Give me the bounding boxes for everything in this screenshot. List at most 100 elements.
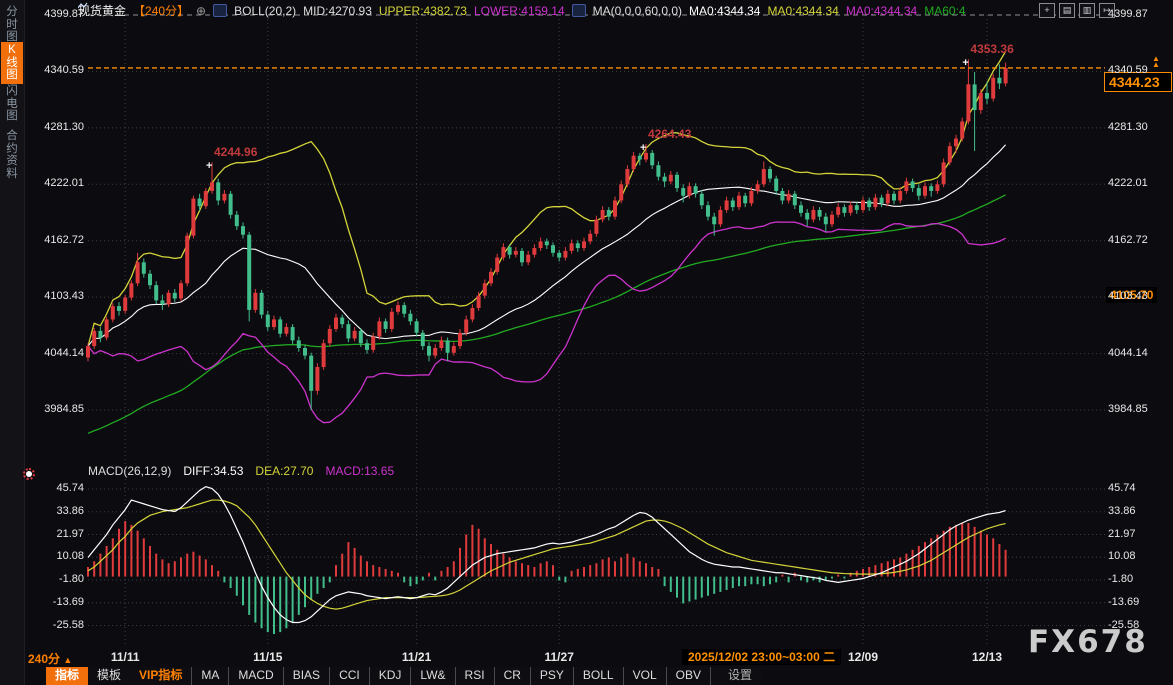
toolbar-item-[interactable]: 设置 [719,667,761,685]
candle-body [508,247,512,255]
candle-body [601,210,605,220]
toolbar-item-ma[interactable]: MA [191,667,228,685]
candle-body [452,346,456,353]
macd-axis-label: -25.58 [1108,619,1166,631]
toolbar-item-[interactable]: 模板 [88,667,130,685]
macd-axis-label: 45.74 [34,482,84,494]
toolbar-item-boll[interactable]: BOLL [573,667,623,685]
candle-body [309,356,313,391]
toolbar-item-vol[interactable]: VOL [623,667,666,685]
price-axis-label: 4399.87 [1108,8,1166,20]
candle-body [836,207,840,215]
candle-body [960,121,964,138]
macd-axis-label: 21.97 [34,528,84,540]
candle-body [625,169,629,184]
period-badge[interactable]: 【240分】 [133,2,189,19]
macd-axis-label: -1.80 [1108,573,1166,585]
price-axis-label: 4281.30 [1108,121,1166,133]
candle-body [898,191,902,201]
macd-name[interactable]: MACD(26,12,9) [88,464,171,478]
price-axis-label: 4399.87 [34,8,84,20]
candle-body [675,175,679,188]
x-axis-date: 12/09 [835,650,891,664]
candle-body [935,184,939,191]
toolbar-item-vip[interactable]: VIP指标 [130,667,191,685]
candle-body [92,331,96,346]
macd-diff: DIFF:34.53 [183,464,243,478]
candle-body [911,181,915,188]
price-axis-label: 4103.43 [1108,290,1166,302]
sidebar-tab-2[interactable]: K线图 [1,42,23,84]
candle-body [780,191,784,201]
candle-body [737,196,741,207]
macd-axis-label: 33.86 [1108,505,1166,517]
candle-body [793,194,797,205]
toolbar-item-bias[interactable]: BIAS [283,667,329,685]
candle-body [154,285,158,300]
candle-body [371,337,375,350]
toolbar-item-kdj[interactable]: KDJ [369,667,411,685]
sidebar-tab-1[interactable]: 分时图 [1,4,23,46]
candle-body [160,300,164,304]
sidebar-tab-4[interactable]: 合约资料 [1,128,23,182]
candle-body [619,184,623,200]
candle-body [942,162,946,184]
toolbar-item-obv[interactable]: OBV [666,667,711,685]
candle-body [266,315,270,327]
candle-body [718,210,722,224]
link-icon[interactable]: ⊕ [196,4,206,18]
candle-body [198,199,202,207]
price-axis-label: 4340.59 [1108,64,1166,76]
sidebar-tab-3[interactable]: 闪电图 [1,83,23,125]
price-axis-label: 4044.14 [34,347,84,359]
boll-indicator-icon[interactable] [213,4,227,17]
candle-body [1004,68,1008,83]
ma-value-4: MA60:4 [924,4,965,18]
chart-canvas[interactable] [0,0,1173,685]
candle-body [501,247,505,257]
toolbar-item-rsi[interactable]: RSI [455,667,494,685]
candle-body [129,283,133,297]
candle-body [762,169,766,184]
candle-body [253,293,257,310]
toolbar-item-macd[interactable]: MACD [228,667,282,685]
candle-body [694,186,698,194]
candle-body [570,243,574,251]
candle-body [105,319,109,337]
candle-body [365,343,369,350]
boll-lower: LOWER:4159.14 [474,4,565,18]
macd-axis-label: 21.97 [1108,528,1166,540]
candle-body [638,156,642,160]
candle-body [464,319,468,332]
scale-left-tool[interactable]: ▤ [1059,3,1075,18]
candle-body [532,248,536,255]
ma-indicator-icon[interactable] [572,4,586,17]
x-axis-date: 11/11 [97,650,153,664]
candle-body [433,348,437,356]
candle-body [322,343,326,367]
candle-body [98,331,102,338]
candle-body [557,253,561,258]
candle-body [222,194,226,201]
candle-body [576,243,580,248]
candle-body [495,258,499,272]
ma-name: MA(0,0,0,60,0,0) [593,4,682,18]
toolbar-item-lw[interactable]: LW& [410,667,454,685]
toolbar-item-cr[interactable]: CR [494,667,530,685]
toolbar-item-psy[interactable]: PSY [530,667,573,685]
toolbar-item-[interactable]: 指标 [46,667,88,685]
period-selector[interactable]: 240分 ▲ [28,650,72,667]
toolbar-item-cci[interactable]: CCI [329,667,369,685]
candle-body [588,234,592,242]
candle-body [359,331,363,343]
scale-right-tool[interactable]: ▥ [1079,3,1095,18]
crosshair-tool[interactable]: + [1039,3,1055,18]
x-axis-date: 12/13 [959,650,1015,664]
candle-body [539,241,543,248]
candle-body [613,200,617,216]
macd-axis-label: 10.08 [34,550,84,562]
candle-body [260,293,264,315]
macd-axis-label: 10.08 [1108,550,1166,562]
candle-body [477,296,481,308]
candle-body [272,319,276,327]
